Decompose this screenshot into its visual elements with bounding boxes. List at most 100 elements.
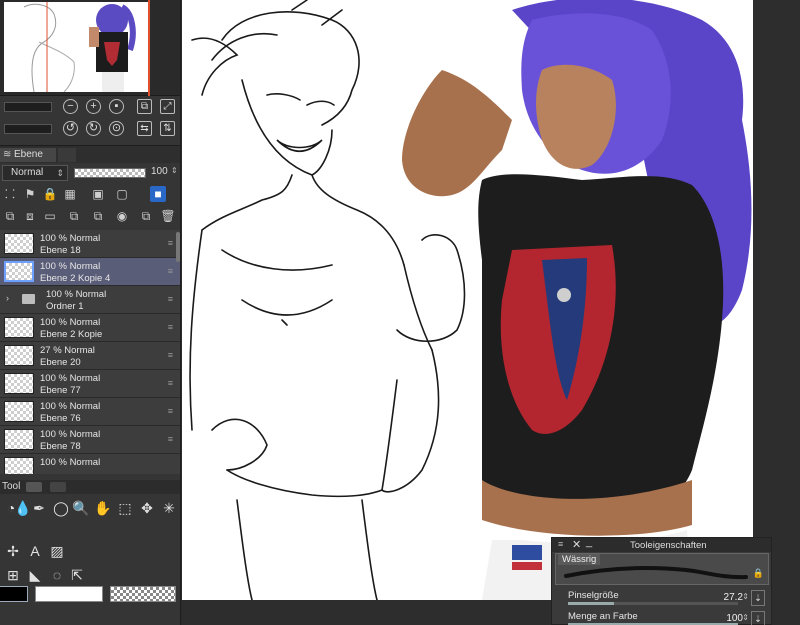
layer-opacity-mode: 100 % Normal: [40, 261, 101, 272]
tab-layer-property[interactable]: [58, 148, 76, 162]
clip-layer-icon[interactable]: ⸬: [2, 186, 18, 202]
zoom-tool-icon[interactable]: 🔍: [72, 500, 90, 516]
rotate-slider[interactable]: [4, 124, 52, 134]
layer-row[interactable]: 100 % Normal Ebene 78 ≡: [0, 426, 180, 454]
layer-thumbnail: [4, 429, 34, 450]
drag-handle-icon[interactable]: ≡: [168, 322, 173, 332]
transfer-down-icon[interactable]: ⧉: [66, 208, 82, 224]
trash-icon[interactable]: 🗑: [160, 208, 176, 224]
sparkle-tool-icon[interactable]: ✢: [4, 543, 22, 559]
chevron-right-icon[interactable]: ›: [6, 293, 9, 303]
opacity-stepper-icon[interactable]: ⇕: [171, 166, 178, 175]
brush-size-slider[interactable]: [568, 602, 738, 605]
mask-icon[interactable]: ▣: [90, 186, 106, 202]
zoom-controls: − + ▪ ⧉ ⤢: [0, 96, 180, 118]
brush-size-row[interactable]: Pinselgröße 27.2 ⇕ ⇣: [562, 589, 767, 609]
layer-row[interactable]: 100 % Normal Ebene 77 ≡: [0, 370, 180, 398]
rotate-left-icon[interactable]: ↺: [63, 121, 78, 136]
pressure-icon[interactable]: ⇣: [751, 590, 765, 606]
text-tool-icon[interactable]: A: [26, 543, 44, 559]
zoom-in-icon[interactable]: +: [86, 99, 101, 114]
zoom-fit-icon[interactable]: ▪: [109, 99, 124, 114]
navigator-thumbnail[interactable]: [4, 2, 149, 92]
layer-opacity-mode: 100 % Normal: [40, 373, 101, 384]
lock-transparency-icon[interactable]: ▦: [62, 186, 78, 202]
lock-icon[interactable]: 🔒: [753, 568, 764, 579]
layer-row[interactable]: 100 % Normal Ebene 76 ≡: [0, 398, 180, 426]
layer-row[interactable]: 27 % Normal Ebene 20 ≡: [0, 342, 180, 370]
pressure-icon[interactable]: ⇣: [751, 611, 765, 625]
lasso-icon[interactable]: ◯: [52, 500, 70, 516]
layer-list-scrollbar[interactable]: [176, 232, 180, 262]
transparent-color-swatch[interactable]: [110, 586, 176, 602]
tool-tab-1[interactable]: [26, 482, 42, 492]
mask-enable-icon[interactable]: ▢: [114, 186, 130, 202]
new-vector-layer-icon[interactable]: ⧈: [22, 208, 38, 224]
layer-opacity-slider[interactable]: [74, 168, 146, 178]
navigator-panel[interactable]: [0, 0, 180, 96]
brush-size-label: Pinselgröße: [568, 590, 619, 601]
tool-properties-panel: ≡ ✕ _ Tooleigenschaften Wässrig 🔒 Pinsel…: [551, 536, 772, 625]
close-icon[interactable]: ✕: [572, 538, 581, 551]
color-swatches: [0, 586, 180, 602]
pen-tool-icon[interactable]: ✒: [30, 500, 48, 516]
layer-row-selected[interactable]: 100 % Normal Ebene 2 Kopie 4 ≡: [0, 258, 180, 286]
layer-row[interactable]: 100 % Normal Ebene 18 ≡: [0, 230, 180, 258]
tool-properties-titlebar[interactable]: ≡ ✕ _ Tooleigenschaften: [552, 536, 771, 552]
move-tool-icon[interactable]: ✥: [138, 500, 156, 516]
hand-tool-icon[interactable]: ✋: [94, 500, 112, 516]
drag-handle-icon[interactable]: ≡: [168, 406, 173, 416]
drawing-canvas[interactable]: [182, 0, 753, 600]
new-folder-icon[interactable]: ▭: [42, 208, 58, 224]
fit-window-icon[interactable]: ⧉: [137, 99, 152, 114]
lock-icon[interactable]: 🔒: [42, 186, 58, 202]
flip-horizontal-icon[interactable]: ⇆: [137, 121, 152, 136]
drag-handle-icon[interactable]: ≡: [168, 266, 173, 276]
gradient-tool-icon[interactable]: ▨: [48, 543, 66, 559]
layer-folder-row[interactable]: › 100 % Normal Ordner 1 ≡: [0, 286, 180, 314]
merge-down-icon[interactable]: ⧉: [90, 208, 106, 224]
drag-handle-icon[interactable]: ≡: [168, 350, 173, 360]
new-raster-layer-icon[interactable]: ⧉: [2, 208, 18, 224]
layer-name: Ebene 77: [40, 385, 81, 396]
sub-color-swatch[interactable]: [35, 586, 103, 602]
tool-row-1: ◔ 💧 ✒ ◯ 🔍 ✋ ⬚ ✥ ✳: [0, 496, 180, 520]
drag-handle-icon[interactable]: ≡: [168, 238, 173, 248]
rotate-right-icon[interactable]: ↻: [86, 121, 101, 136]
tab-layer[interactable]: ≋ Ebene: [0, 148, 56, 162]
correction-tool-icon[interactable]: ⇱: [68, 567, 86, 583]
ruler-tool-icon[interactable]: ◣: [26, 567, 44, 583]
paint-amount-row[interactable]: Menge an Farbe 100 ⇕ ⇣: [562, 610, 767, 625]
zoom-out-icon[interactable]: −: [63, 99, 78, 114]
main-color-swatch[interactable]: [0, 586, 28, 602]
stepper-icon[interactable]: ⇕: [742, 613, 749, 622]
tool-panel-label: Tool: [2, 481, 21, 492]
select-tool-icon[interactable]: ⬚: [116, 500, 134, 516]
drag-handle-icon[interactable]: ≡: [168, 294, 173, 304]
brush-preview[interactable]: Wässrig 🔒: [555, 553, 769, 585]
brush-size-fill: [568, 602, 614, 605]
minimize-icon[interactable]: _: [586, 536, 592, 548]
layer-color-icon[interactable]: ■: [150, 186, 166, 202]
reference-layer-icon[interactable]: ⚑: [22, 186, 38, 202]
drag-handle-icon[interactable]: ≡: [168, 434, 173, 444]
layer-row[interactable]: 100 % Normal Ebene 2 Kopie ≡: [0, 314, 180, 342]
drag-handle-icon[interactable]: ≡: [168, 378, 173, 388]
blend-mode-select[interactable]: Normal ⇕: [2, 165, 68, 181]
reset-rotation-icon[interactable]: ⊙: [109, 121, 124, 136]
stepper-icon[interactable]: ⇕: [742, 592, 749, 601]
actual-size-icon[interactable]: ⤢: [160, 99, 175, 114]
layer-row[interactable]: 100 % Normal: [0, 454, 180, 474]
tool-tab-2[interactable]: [50, 482, 66, 492]
tool-row-2: ✢ A ▨: [0, 539, 180, 563]
magic-wand-icon[interactable]: ✳: [160, 500, 178, 516]
menu-icon[interactable]: ≡: [558, 539, 563, 549]
apply-mask-icon[interactable]: ⧉: [138, 208, 154, 224]
create-mask-icon[interactable]: ◉: [114, 208, 130, 224]
zoom-slider[interactable]: [4, 102, 52, 112]
frame-tool-icon[interactable]: ⊞: [4, 567, 22, 583]
layer-blend-row: Normal ⇕ 100 ⇕: [0, 163, 180, 183]
balloon-tool-icon[interactable]: ◌: [48, 567, 66, 583]
layer-list: 100 % Normal Ebene 18 ≡ 100 % Normal Ebe…: [0, 230, 180, 474]
flip-vertical-icon[interactable]: ⇅: [160, 121, 175, 136]
